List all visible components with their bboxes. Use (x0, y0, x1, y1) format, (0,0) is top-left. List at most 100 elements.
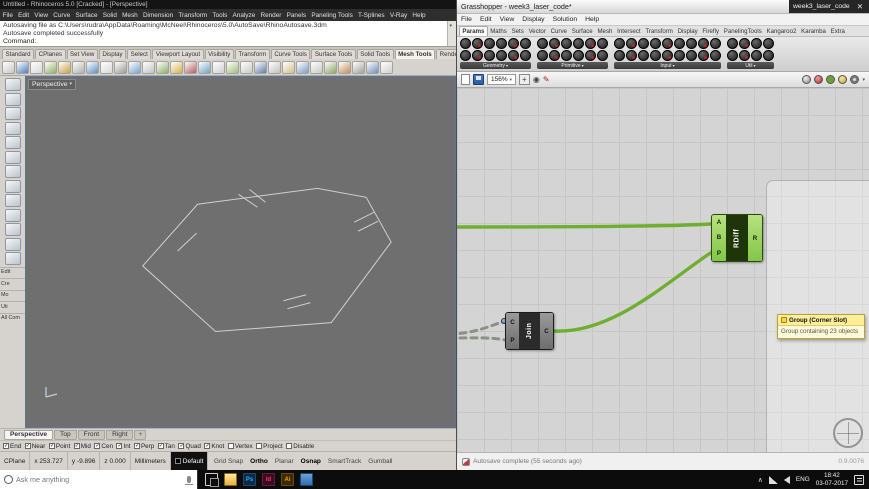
rhino-titlebar[interactable]: Untitled - Rhinoceros 5.0 [Cracked] - [P… (0, 0, 456, 9)
component-icon[interactable] (763, 50, 774, 61)
menu-item-transform[interactable]: Transform (176, 12, 210, 19)
toolbar-icon[interactable] (380, 60, 393, 74)
sketch-pencil-icon[interactable]: ✎ (543, 74, 550, 85)
component-icon[interactable] (614, 38, 625, 49)
gh-tab-mesh[interactable]: Mesh (595, 27, 615, 36)
input-port-a[interactable]: A (717, 219, 721, 226)
component-icon[interactable] (638, 50, 649, 61)
checkbox-end[interactable]: ✓ (3, 443, 9, 449)
gh-tab-karamba[interactable]: Karamba (799, 27, 829, 36)
menu-item-analyze[interactable]: Analyze (230, 12, 258, 19)
osnap-perp[interactable]: ✓ Perp (133, 443, 154, 450)
osnap-int[interactable]: ✓ Int (116, 443, 130, 450)
toolbar-icon[interactable] (324, 60, 337, 74)
menu-item-help[interactable]: Help (410, 12, 428, 19)
checkbox-near[interactable]: ✓ (24, 443, 31, 449)
sidebar-tool-icon[interactable] (4, 165, 21, 178)
component-icon[interactable] (496, 50, 507, 61)
toolbar-icon[interactable] (338, 60, 351, 74)
toolbar-tab-solid-tools[interactable]: Solid Tools (356, 49, 394, 59)
menu-item-solid[interactable]: Solid (100, 12, 119, 19)
osnap-knot[interactable]: ✓ Knot (204, 443, 224, 450)
gh-tab-display[interactable]: Display (675, 27, 700, 36)
component-icon[interactable] (650, 38, 661, 49)
viewport-title[interactable]: Perspective ▾ (28, 79, 77, 90)
status-units[interactable]: Millimeters (131, 452, 171, 470)
sidebar-tool-icon[interactable] (4, 92, 21, 106)
status-layer[interactable]: Default (170, 452, 209, 470)
status-toggle-ortho[interactable]: Ortho (248, 458, 271, 465)
menu-item-render[interactable]: Render (258, 12, 284, 19)
indesign-icon[interactable]: Id (262, 473, 275, 486)
component-icon[interactable] (662, 50, 673, 61)
toolbar-icon[interactable] (254, 60, 267, 74)
osnap-near[interactable]: ✓ Near (24, 443, 45, 450)
preview-eye-icon[interactable]: ◉ (533, 74, 540, 85)
gh-tab-extra[interactable]: Extra (828, 27, 847, 36)
gh-tab-transform[interactable]: Transform (643, 27, 675, 36)
gh-tab-intersect[interactable]: Intersect (615, 27, 643, 36)
new-document-icon[interactable] (461, 74, 470, 85)
checkbox-cen[interactable]: ✓ (94, 443, 101, 449)
status-toggle-grid-snap[interactable]: Grid Snap (211, 458, 245, 465)
photoshop-icon[interactable]: Ps (243, 473, 256, 486)
component-icon[interactable] (686, 50, 697, 61)
grasshopper-canvas[interactable]: CP Join C ABP RDiff R Group (Corner Slot… (457, 88, 869, 452)
toolbar-tab-curve-tools[interactable]: Curve Tools (270, 49, 311, 59)
component-icon[interactable] (674, 38, 685, 49)
toolbar-icon[interactable] (352, 60, 365, 74)
menu-item-surface[interactable]: Surface (73, 12, 100, 19)
toolbar-icon[interactable] (128, 60, 141, 74)
perspective-viewport[interactable]: Perspective ▾ (25, 76, 456, 428)
toolbar-icon[interactable] (100, 60, 113, 74)
menu-item-paneling-tools[interactable]: Paneling Tools (309, 12, 356, 19)
sidebar-tool-icon[interactable] (4, 107, 21, 120)
toolbar-icon[interactable] (282, 60, 295, 74)
component-icon[interactable] (537, 38, 548, 49)
toolbar-icon[interactable] (170, 60, 183, 74)
toolbar-icon[interactable] (16, 60, 29, 74)
menu-item-t-splines[interactable]: T-Splines (355, 12, 387, 19)
status-coordinate-x[interactable]: x 253.727 (30, 452, 68, 470)
toolbar-tab-transform[interactable]: Transform (234, 49, 270, 59)
sidebar-tool-icon[interactable] (4, 237, 21, 251)
toolbar-icon[interactable] (296, 60, 309, 74)
toolbar-icon[interactable] (226, 60, 239, 74)
toolbar-tab-render[interactable]: Render (436, 49, 456, 59)
menu-item-panels[interactable]: Panels (284, 12, 309, 19)
component-icon[interactable] (508, 50, 519, 61)
preview-shaded-icon[interactable] (826, 75, 836, 84)
sidebar-tool-icon[interactable] (4, 179, 21, 193)
menu-item-view[interactable]: View (32, 12, 51, 19)
toolbar-icon[interactable] (156, 60, 169, 74)
toolbar-icon[interactable] (86, 60, 99, 74)
osnap-mid[interactable]: ✓ Mid (73, 443, 91, 450)
input-port-c[interactable]: C (510, 319, 514, 326)
component-icon[interactable] (520, 50, 531, 61)
sidebar-tool-icon[interactable] (4, 223, 21, 236)
gh-tab-surface[interactable]: Surface (569, 27, 595, 36)
toolbar-icon[interactable] (114, 60, 127, 74)
menu-item-edit[interactable]: Edit (16, 12, 32, 19)
gh-tab-maths[interactable]: Maths (488, 27, 509, 36)
input-port-p[interactable]: P (717, 250, 721, 257)
command-prompt[interactable]: Command: (3, 38, 446, 46)
cortana-search-box[interactable] (0, 470, 198, 489)
zoom-extents-icon[interactable]: + (518, 74, 530, 85)
viewport-tab-front[interactable]: Front (77, 429, 106, 440)
menu-item-mesh[interactable]: Mesh (120, 12, 141, 19)
osnap-cen[interactable]: ✓ Cen (94, 443, 113, 450)
toolbar-icon[interactable] (142, 60, 155, 74)
show-hidden-icons-icon[interactable]: ∧ (758, 476, 763, 484)
illustrator-icon[interactable]: Ai (281, 473, 294, 486)
toolbar-tab-display[interactable]: Display (98, 49, 127, 59)
sidebar-group-label-all-com[interactable]: All Com (0, 312, 25, 323)
checkbox-point[interactable]: ✓ (48, 443, 55, 449)
file-explorer-icon[interactable] (224, 473, 237, 486)
component-icon[interactable] (549, 38, 560, 49)
component-icon[interactable] (674, 50, 685, 61)
gh-menu-help[interactable]: Help (581, 16, 603, 23)
component-icon[interactable] (751, 50, 762, 61)
checkbox-vertex[interactable] (227, 443, 234, 449)
sidebar-tool-icon[interactable] (4, 78, 21, 91)
